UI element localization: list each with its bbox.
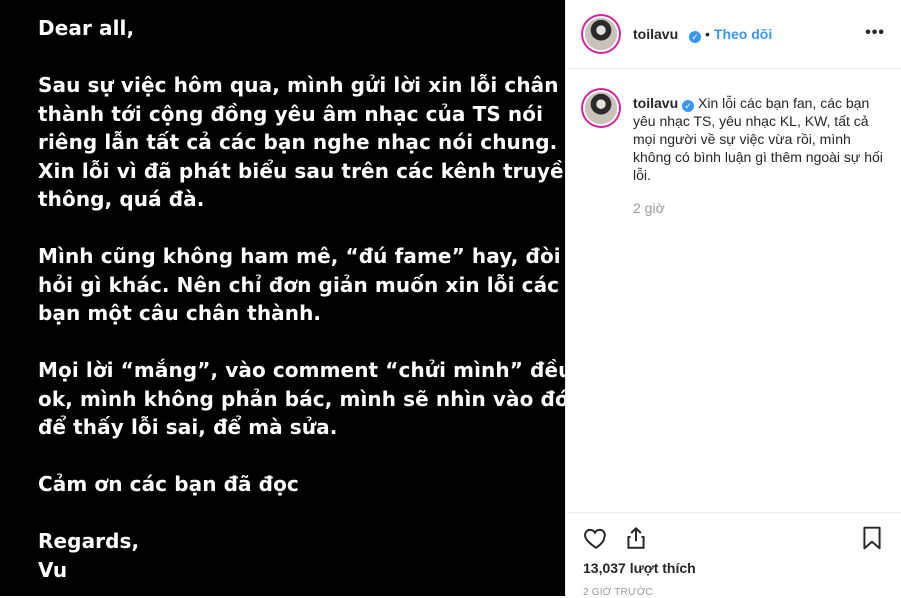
separator-dot: • [705,26,710,42]
likes-count[interactable]: 13,037 lượt thích [583,560,696,576]
caption-text-block: toilavu ✓ Xin lỗi các bạn fan, các bạn yê… [633,94,883,184]
post-header: toilavu ✓ • Theo dõi ••• [566,0,901,69]
image-text-line: thông, quá đà. [38,187,205,211]
image-text-line: để thấy lỗi sai, để mà sửa. [38,415,338,439]
more-options-icon[interactable]: ••• [865,24,885,42]
image-text-line: Xin lỗi vì đã phát biểu sau trên các kên… [38,158,579,183]
share-icon[interactable] [623,525,649,551]
image-text-line: bạn một câu chân thành. [38,301,322,325]
image-text-line: Sau sự việc hôm qua, mình gửi lời xin lỗ… [38,73,559,97]
image-text-line: Cảm ơn các bạn đã đọc [38,472,299,496]
image-text-line: ok, mình không phản bác, mình sẽ nhìn và… [38,386,569,411]
verified-badge-icon: ✓ [689,31,701,43]
image-text-line: thành tới cộng đồng yêu âm nhạc của TS n… [38,101,544,126]
author-username[interactable]: toilavu [633,26,678,42]
bookmark-icon[interactable] [859,525,885,551]
image-text-line: Mọi lời “mắng”, vào comment “chửi mình” … [38,358,573,382]
caption-time[interactable]: 2 giờ [633,200,665,216]
caption-verified-icon: ✓ [682,100,695,112]
post-actions: 13,037 lượt thích 2 GIỜ TRƯỚC [566,512,901,598]
post-timestamp: 2 GIỜ TRƯỚC [583,587,653,598]
post-image: Dear all, Sau sự việc hôm qua, mình gửi l… [0,0,579,596]
caption-username[interactable]: toilavu [633,95,678,111]
image-text-line: riêng lẫn tất cả các bạn nghe nhạc nói c… [38,130,558,154]
image-line-gap [38,43,565,72]
image-line-gap [38,328,565,357]
follow-button[interactable]: Theo dõi [714,26,772,42]
image-text-line: Regards, [38,529,140,553]
heart-icon[interactable] [583,525,609,551]
image-line-gap [38,499,565,528]
author-avatar[interactable] [585,18,617,50]
image-line-gap [38,214,565,243]
caption-avatar[interactable] [585,92,617,124]
image-line-gap [38,442,565,471]
post-sidebar: toilavu ✓ • Theo dõi ••• toilavu ✓ Xin lỗi … [565,0,901,598]
image-text-line: hỏi gì khác. Nên chỉ đơn giản muốn xin l… [38,272,560,297]
image-text-line: Mình cũng không ham mê, “đú fame” hay, đ… [38,244,561,268]
image-text-line: Vu [38,557,68,582]
follow-area: ✓ • Theo dõi [685,26,772,44]
image-text-line: Dear all, [38,16,135,40]
